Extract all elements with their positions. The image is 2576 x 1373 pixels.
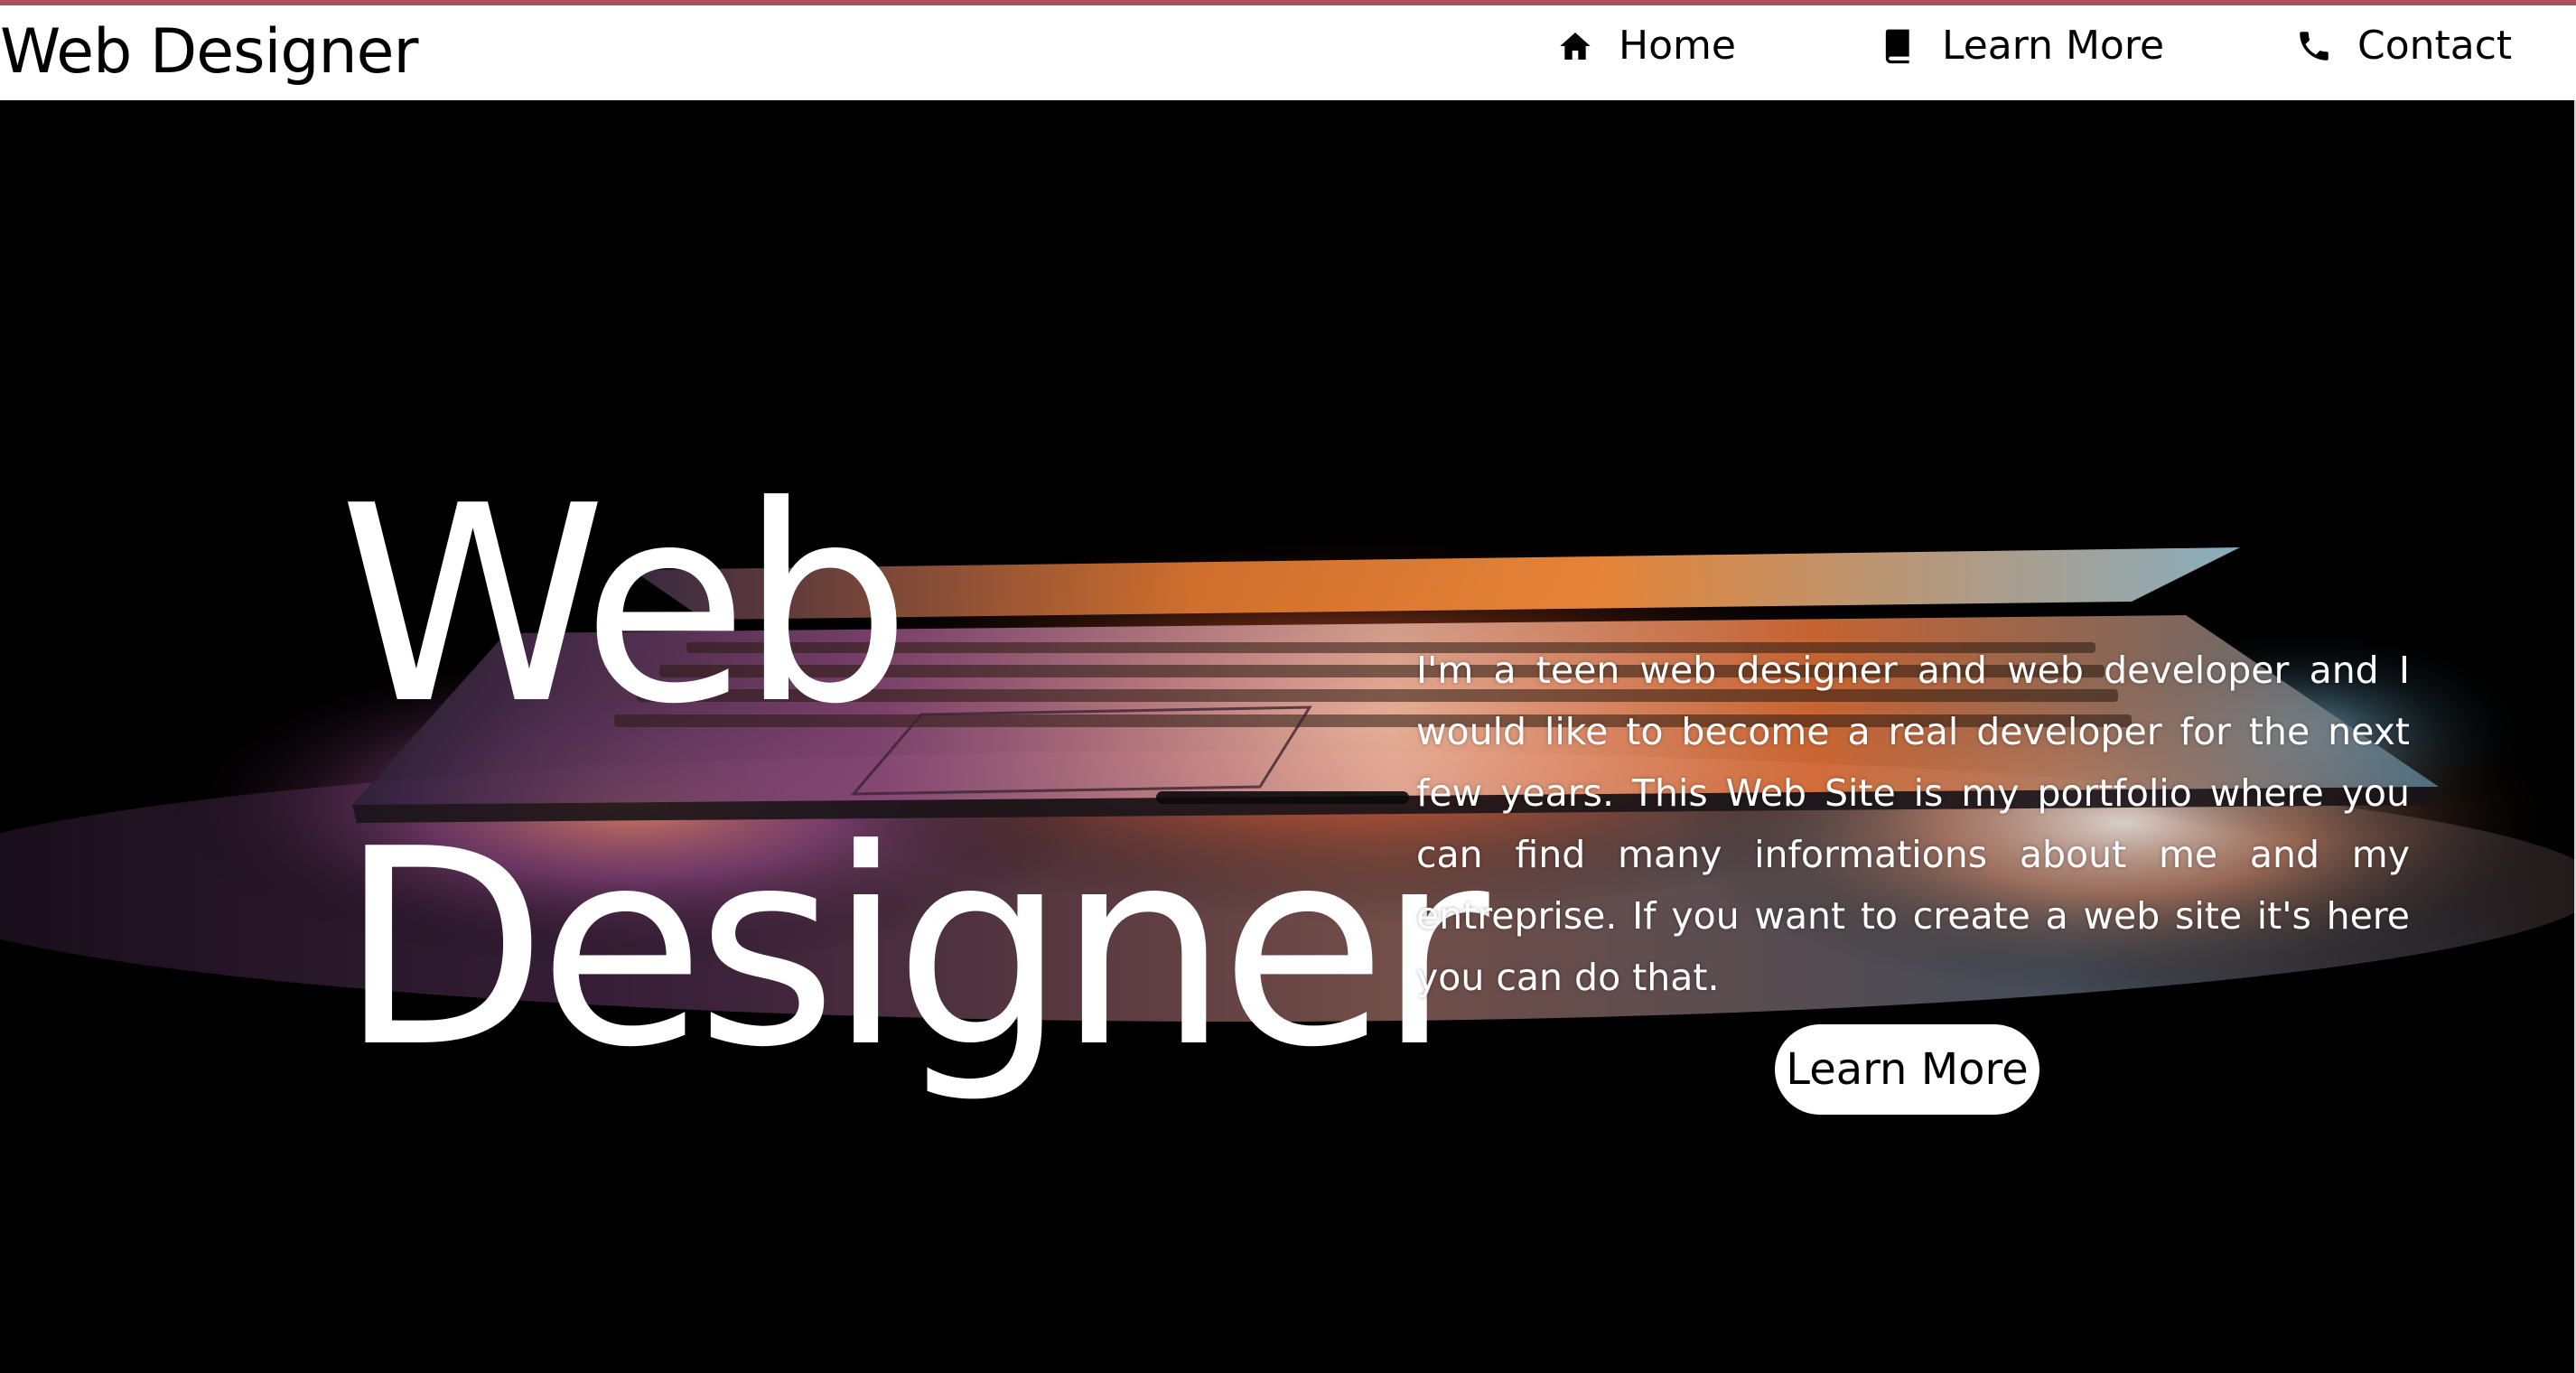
nav-home-label: Home [1619, 23, 1736, 69]
site-brand-title[interactable]: Web Designer [0, 14, 418, 90]
hero-title-line-1: Web [339, 448, 911, 763]
hero-description: I'm a teen web designer and web develope… [1416, 649, 2410, 999]
hero-title-line-2: Designer [339, 791, 1489, 1107]
nav-contact-label: Contact [2357, 23, 2513, 69]
home-icon [1555, 26, 1595, 66]
hero-section: Web Designer I'm a teen web designer and… [0, 100, 2576, 1373]
page: Web Designer Home Learn More Contact Web… [0, 0, 2576, 1373]
phone-icon [2294, 26, 2334, 66]
nav-item-home[interactable]: Home [1555, 14, 1736, 78]
nav-item-learn-more[interactable]: Learn More [1879, 14, 2164, 78]
site-header: Web Designer Home Learn More Contact [0, 5, 2576, 100]
book-icon [1879, 26, 1918, 66]
nav-item-contact[interactable]: Contact [2294, 14, 2512, 78]
nav-learn-more-label: Learn More [1942, 23, 2165, 69]
learn-more-button[interactable]: Learn More [1775, 1024, 2039, 1115]
